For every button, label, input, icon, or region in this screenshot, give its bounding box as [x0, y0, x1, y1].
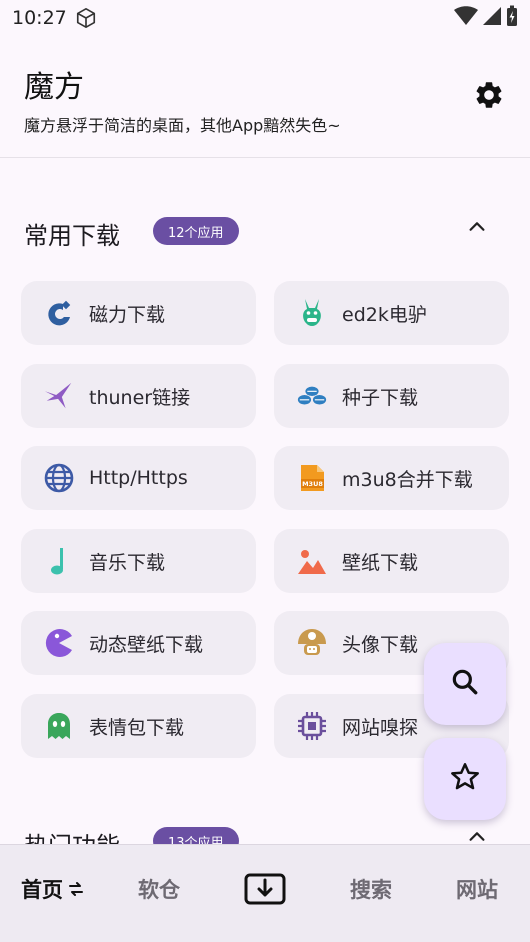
tile-label: Http/Https	[89, 467, 188, 489]
image-icon	[296, 545, 328, 577]
app-count-badge: 12个应用	[153, 217, 239, 245]
favorites-fab[interactable]	[424, 738, 506, 820]
tile-wallpaper-download[interactable]: 壁纸下载	[274, 529, 509, 593]
tile-label: 壁纸下载	[342, 551, 419, 574]
tile-label: thuner链接	[89, 386, 191, 409]
magnet-icon	[43, 297, 75, 329]
nav-label: 网站	[456, 878, 498, 902]
tile-label: 音乐下载	[89, 551, 166, 574]
battery-icon	[506, 5, 518, 31]
nav-search[interactable]: 搜索	[334, 871, 408, 907]
tile-music-download[interactable]: 音乐下载	[21, 529, 256, 593]
signal-icon	[482, 6, 502, 30]
tile-label: 表情包下载	[89, 716, 185, 739]
tile-label: 头像下载	[342, 633, 419, 656]
mushroom-icon	[296, 627, 328, 659]
chip-icon	[296, 710, 328, 742]
tile-label: 动态壁纸下载	[89, 633, 204, 656]
bird-icon	[43, 380, 75, 412]
search-fab[interactable]	[424, 643, 506, 725]
m3u8-file-icon: M3U8	[296, 462, 328, 494]
search-icon	[449, 666, 481, 702]
status-time: 10:27	[12, 7, 67, 29]
settings-button[interactable]	[470, 78, 508, 116]
nav-label: 软仓	[138, 878, 180, 902]
tile-label: 磁力下载	[89, 303, 166, 326]
tile-m3u8-merge-download[interactable]: M3U8 m3u8合并下载	[274, 446, 509, 510]
nav-websites[interactable]: 网站	[440, 871, 514, 907]
nav-downloads[interactable]	[230, 871, 300, 907]
swap-icon	[69, 881, 83, 897]
seeds-icon	[296, 380, 328, 412]
cube-icon	[75, 7, 97, 29]
tile-ed2k[interactable]: ed2k电驴	[274, 281, 509, 345]
nav-label: 搜索	[350, 878, 392, 902]
ghost-icon	[43, 710, 75, 742]
section-title: 常用下载	[24, 222, 120, 250]
tile-label: 网站嗅探	[342, 716, 419, 739]
pacman-icon	[43, 627, 75, 659]
nav-home[interactable]: 首页	[14, 871, 90, 907]
tile-magnet-download[interactable]: 磁力下载	[21, 281, 256, 345]
download-box-icon	[244, 873, 286, 905]
tile-label: ed2k电驴	[342, 303, 427, 326]
tile-sticker-download[interactable]: 表情包下载	[21, 694, 256, 758]
music-note-icon	[43, 545, 75, 577]
gear-icon	[473, 79, 505, 115]
globe-icon	[43, 462, 75, 494]
app-header: 魔方 魔方悬浮于简洁的桌面，其他App黯然失色~	[0, 36, 530, 158]
nav-label: 首页	[21, 878, 63, 902]
tile-torrent-download[interactable]: 种子下载	[274, 364, 509, 428]
donkey-icon	[296, 297, 328, 329]
tile-label: 种子下载	[342, 386, 419, 409]
tile-thunder-link[interactable]: thuner链接	[21, 364, 256, 428]
tile-live-wallpaper-download[interactable]: 动态壁纸下载	[21, 611, 256, 675]
app-title: 魔方	[24, 70, 84, 105]
tile-label: m3u8合并下载	[342, 468, 473, 491]
svg-text:M3U8: M3U8	[302, 480, 323, 488]
status-bar: 10:27	[0, 0, 530, 36]
app-subtitle: 魔方悬浮于简洁的桌面，其他App黯然失色~	[24, 116, 341, 135]
chevron-up-icon	[466, 216, 488, 242]
section-header-common-downloads[interactable]: 常用下载 12个应用	[0, 212, 530, 252]
collapse-button[interactable]	[462, 214, 492, 244]
tile-http-https[interactable]: Http/Https	[21, 446, 256, 510]
status-icons	[454, 5, 518, 31]
bottom-nav: 首页 软仓 搜索 网站	[0, 844, 530, 942]
wifi-icon	[454, 6, 478, 30]
nav-software-repo[interactable]: 软仓	[122, 871, 196, 907]
star-icon	[449, 761, 481, 797]
